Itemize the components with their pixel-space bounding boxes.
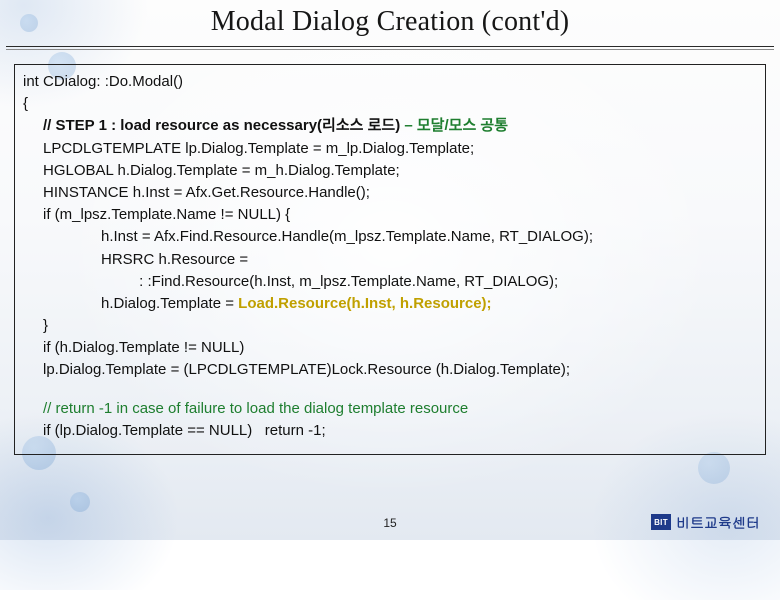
bg-orb [698, 452, 730, 484]
code-line: HINSTANCE h.Inst = Afx.Get.Resource.Hand… [23, 182, 757, 204]
code-line: int CDialog: :Do.Modal() [23, 71, 757, 93]
code-line: HRSRC h.Resource = [23, 249, 757, 271]
code-line: h.Inst = Afx.Find.Resource.Handle(m_lpsz… [23, 226, 757, 248]
title-divider-shadow [6, 49, 774, 50]
brand-logo: BIT [651, 514, 671, 530]
code-line: { [23, 93, 757, 115]
code-return-comment: // return -1 in case of failure to load … [23, 398, 757, 420]
branding: BIT 비트교육센터 [651, 512, 760, 532]
bg-orb [70, 492, 90, 512]
code-line: if (h.Dialog.Template != NULL) [23, 337, 757, 359]
code-line: lp.Dialog.Template = (LPCDLGTEMPLATE)Loc… [23, 359, 757, 381]
code-line: HGLOBAL h.Dialog.Template = m_h.Dialog.T… [23, 160, 757, 182]
code-line: if (m_lpsz.Template.Name != NULL) { [23, 204, 757, 226]
code-line: } [23, 315, 757, 337]
title-divider [6, 46, 774, 47]
slide-title: Modal Dialog Creation (cont'd) [0, 6, 780, 38]
blank-line [23, 382, 757, 398]
code-block: int CDialog: :Do.Modal() { // STEP 1 : l… [14, 64, 766, 455]
code-line: h.Dialog.Template = Load.Resource(h.Inst… [23, 293, 757, 315]
code-line: : :Find.Resource(h.Inst, m_lpsz.Template… [23, 271, 757, 293]
brand-text: 비트교육센터 [676, 512, 760, 532]
code-step-comment: // STEP 1 : load resource as necessary(리… [23, 115, 757, 137]
code-line: if (lp.Dialog.Template == NULL) return -… [23, 420, 757, 442]
code-line: LPCDLGTEMPLATE lp.Dialog.Template = m_lp… [23, 138, 757, 160]
